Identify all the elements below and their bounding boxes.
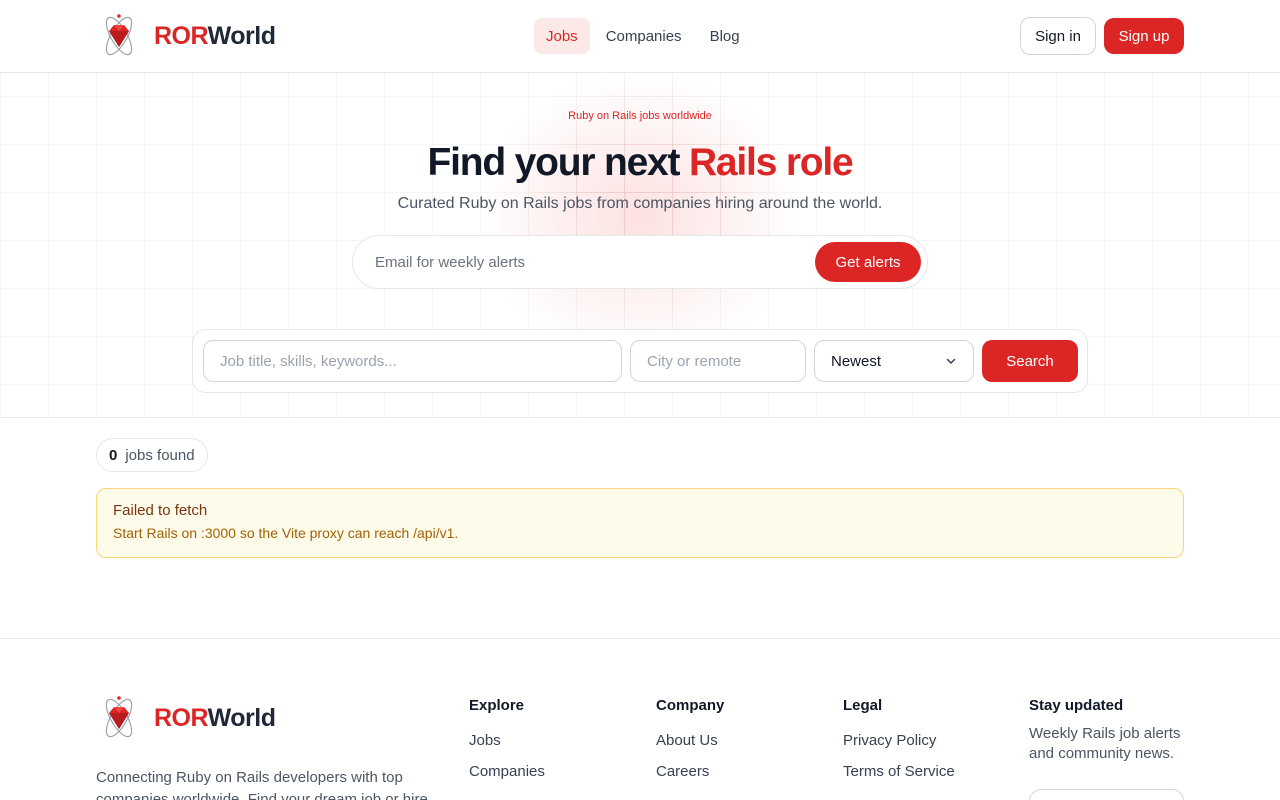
footer-logo[interactable]: RORWorld	[96, 695, 276, 741]
footer-description: Connecting Ruby on Rails developers with…	[96, 769, 428, 800]
footer-brand-name: RORWorld	[154, 703, 276, 732]
error-message: Start Rails on :3000 so the Vite proxy c…	[113, 525, 459, 541]
footer-company-title: Company	[656, 697, 725, 714]
search-button[interactable]: Search	[982, 340, 1078, 382]
results-count-badge: 0 jobs found	[96, 438, 208, 472]
sort-select[interactable]: Newest	[814, 340, 974, 382]
hero-eyebrow: Ruby on Rails jobs worldwide	[568, 110, 712, 122]
footer-legal-column: Legal Privacy Policy Terms of Service	[843, 697, 955, 794]
ruby-atom-icon	[105, 14, 133, 56]
footer-company-column: Company About Us Careers	[656, 697, 724, 794]
footer-link-terms[interactable]: Terms of Service	[843, 763, 955, 780]
alert-email-input[interactable]	[375, 236, 795, 288]
brand-logo[interactable]: RORWorld	[96, 12, 276, 60]
hero-section: Ruby on Rails jobs worldwide Find your n…	[0, 73, 1280, 418]
footer-link-about-us[interactable]: About Us	[656, 732, 724, 749]
job-search-panel: Newest Search	[192, 329, 1088, 393]
footer-explore-column: Explore Jobs Companies	[469, 697, 545, 794]
error-title: Failed to fetch	[113, 502, 208, 519]
footer-link-companies[interactable]: Companies	[469, 763, 545, 780]
site-footer: RORWorld Connecting Ruby on Rails develo…	[0, 638, 1280, 800]
sign-in-button[interactable]: Sign in	[1020, 17, 1096, 55]
main-nav: Jobs Companies Blog	[534, 18, 752, 54]
nav-item-companies[interactable]: Companies	[594, 18, 694, 54]
newsletter-email-input[interactable]	[1029, 789, 1184, 800]
hero-headline: Find your next Rails role	[427, 141, 853, 184]
ruby-atom-icon	[105, 696, 133, 738]
brand-name: RORWorld	[154, 21, 276, 50]
location-input[interactable]	[630, 340, 806, 382]
results-count-label: jobs found	[125, 446, 195, 464]
results-count: 0	[109, 446, 118, 464]
footer-link-careers[interactable]: Careers	[656, 763, 724, 780]
footer-legal-title: Legal	[843, 697, 883, 714]
hero-subhead: Curated Ruby on Rails jobs from companie…	[397, 195, 883, 212]
get-alerts-button[interactable]: Get alerts	[815, 242, 921, 282]
email-alert-form: Get alerts	[352, 235, 928, 289]
keywords-search-input[interactable]	[203, 340, 622, 382]
nav-item-blog[interactable]: Blog	[698, 18, 752, 54]
footer-explore-title: Explore	[469, 697, 525, 714]
footer-newsletter-note: Weekly Rails job alerts and community ne…	[1029, 725, 1181, 762]
footer-newsletter-title: Stay updated	[1029, 697, 1124, 714]
site-header: RORWorld Jobs Companies Blog Sign in Sig…	[0, 0, 1280, 73]
sort-value: Newest	[831, 352, 882, 370]
footer-link-jobs[interactable]: Jobs	[469, 732, 545, 749]
nav-item-jobs[interactable]: Jobs	[534, 18, 590, 54]
sign-up-button[interactable]: Sign up	[1104, 18, 1184, 54]
fetch-error-alert: Failed to fetch Start Rails on :3000 so …	[96, 488, 1184, 558]
chevron-down-icon	[946, 358, 956, 364]
footer-link-privacy[interactable]: Privacy Policy	[843, 732, 955, 749]
footer-newsletter-column: Stay updated Weekly Rails job alerts and…	[1029, 697, 1189, 764]
